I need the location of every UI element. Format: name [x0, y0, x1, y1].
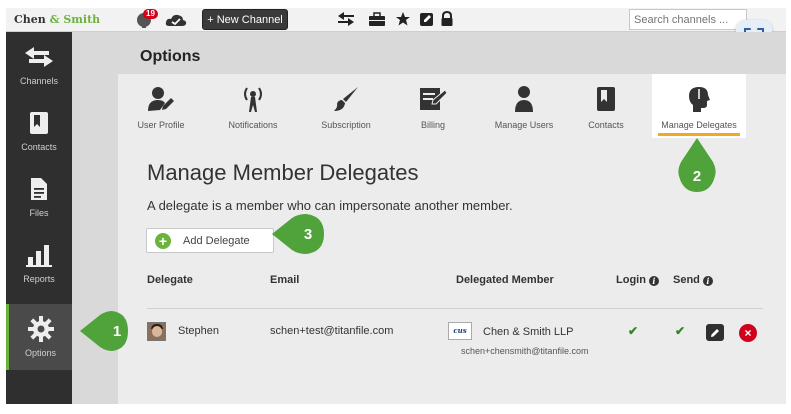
options-header: Options	[72, 32, 786, 78]
options-tabs: User Profile Notifications Subscription …	[118, 74, 786, 138]
tab-label-user-profile: User Profile	[137, 120, 185, 130]
tab-billing[interactable]: Billing	[400, 74, 466, 138]
sidebar-label-channels: Channels	[19, 76, 59, 86]
add-delegate-button[interactable]: + Add Delegate	[146, 228, 274, 253]
sidebar-label-contacts: Contacts	[21, 142, 57, 152]
brand-primary: Chen	[14, 13, 46, 26]
transfer-arrows-icon[interactable]	[336, 11, 356, 31]
edit-delegate-button[interactable]	[706, 324, 724, 341]
briefcase-icon[interactable]	[368, 11, 386, 31]
callout-number-1: 1	[112, 323, 122, 340]
users-icon	[488, 84, 560, 114]
sidebar-item-files[interactable]: Files	[6, 164, 72, 230]
brand-secondary: Smith	[63, 13, 101, 26]
section-description: A delegate is a member who can impersona…	[147, 198, 513, 213]
contacts-book-icon	[6, 108, 72, 138]
callout-number-2: 2	[692, 168, 702, 185]
tab-label-manage-users: Manage Users	[494, 120, 554, 130]
tab-manage-users[interactable]: Manage Users	[488, 74, 560, 138]
delegate-head-icon	[652, 84, 746, 114]
user-edit-icon	[128, 84, 194, 114]
brand-logo[interactable]: Chen & Smith	[14, 13, 100, 26]
callout-marker-2	[678, 138, 716, 192]
info-icon[interactable]: i	[648, 276, 659, 286]
tab-label-billing: Billing	[420, 120, 445, 130]
info-icon[interactable]: i	[702, 276, 713, 286]
page-title: Options	[140, 48, 201, 65]
callout-number-3: 3	[303, 226, 313, 243]
app-window: Chen & Smith 19 + New Channel Search cha…	[6, 8, 786, 404]
column-header-delegate: Delegate	[147, 274, 193, 286]
table-row: Stephen schen+test@titanfile.com cus Che…	[118, 314, 786, 364]
column-header-delegated-member: Delegated Member	[456, 274, 554, 286]
tab-manage-delegates[interactable]: Manage Delegates	[652, 74, 746, 138]
sidebar-label-files: Files	[29, 208, 49, 218]
brand-amp: &	[45, 13, 64, 26]
send-check-icon: ✔	[675, 324, 686, 338]
cloud-check-icon[interactable]	[164, 11, 188, 33]
tab-contacts[interactable]: Contacts	[578, 74, 634, 138]
tab-user-profile[interactable]: User Profile	[128, 74, 194, 138]
delegate-email: schen+test@titanfile.com	[270, 325, 394, 337]
tab-label-manage-delegates: Manage Delegates	[661, 120, 737, 130]
pencil-icon	[711, 328, 719, 337]
options-panel: User Profile Notifications Subscription …	[118, 74, 786, 404]
sidebar-item-reports[interactable]: Reports	[6, 230, 72, 296]
sidebar-label-options: Options	[24, 348, 57, 358]
column-header-send-label: Send	[673, 274, 700, 286]
file-icon	[6, 174, 72, 204]
section-heading: Manage Member Delegates	[147, 160, 419, 185]
sidebar-item-contacts[interactable]: Contacts	[6, 98, 72, 164]
member-logo: cus	[448, 322, 472, 340]
notification-badge: 19	[143, 9, 158, 19]
main-sidebar: Channels Contacts Files Reports Options	[6, 32, 78, 404]
sidebar-label-reports: Reports	[23, 274, 55, 284]
invoice-icon	[400, 84, 466, 114]
star-icon[interactable]	[395, 11, 411, 31]
broadcast-icon	[220, 84, 286, 114]
member-name: Chen & Smith LLP	[483, 326, 574, 338]
tab-notifications[interactable]: Notifications	[220, 74, 286, 138]
delegate-name: Stephen	[178, 325, 219, 337]
top-bar: Chen & Smith 19 + New Channel	[6, 8, 786, 32]
tab-label-notifications: Notifications	[228, 120, 278, 130]
sidebar-item-options[interactable]: Options	[6, 304, 72, 370]
column-header-login: Login i	[616, 274, 659, 286]
plus-circle-icon: +	[155, 232, 171, 249]
avatar	[147, 322, 166, 341]
bar-chart-icon	[6, 240, 72, 270]
delete-delegate-button[interactable]: ×	[739, 324, 757, 342]
add-delegate-label: Add Delegate	[183, 234, 250, 247]
contacts-book-icon	[578, 84, 634, 114]
callout-marker-3	[272, 214, 324, 254]
lock-icon[interactable]	[440, 10, 454, 31]
column-header-send: Send i	[673, 274, 713, 286]
member-email: schen+chensmith@titanfile.com	[461, 346, 589, 356]
tab-subscription[interactable]: Subscription	[310, 74, 382, 138]
tab-label-contacts: Contacts	[588, 120, 624, 130]
table-divider	[147, 308, 763, 309]
login-check-icon: ✔	[628, 324, 639, 338]
edit-icon[interactable]	[419, 11, 435, 31]
column-header-email: Email	[270, 274, 300, 286]
search-channels-input[interactable]	[629, 9, 747, 30]
tab-label-subscription: Subscription	[321, 120, 371, 130]
channels-arrows-icon	[6, 42, 72, 72]
sidebar-item-channels[interactable]: Channels	[6, 32, 72, 98]
gear-icon	[9, 314, 72, 344]
new-channel-button[interactable]: + New Channel	[202, 9, 288, 30]
column-header-login-label: Login	[616, 274, 646, 286]
brush-icon	[310, 84, 382, 114]
